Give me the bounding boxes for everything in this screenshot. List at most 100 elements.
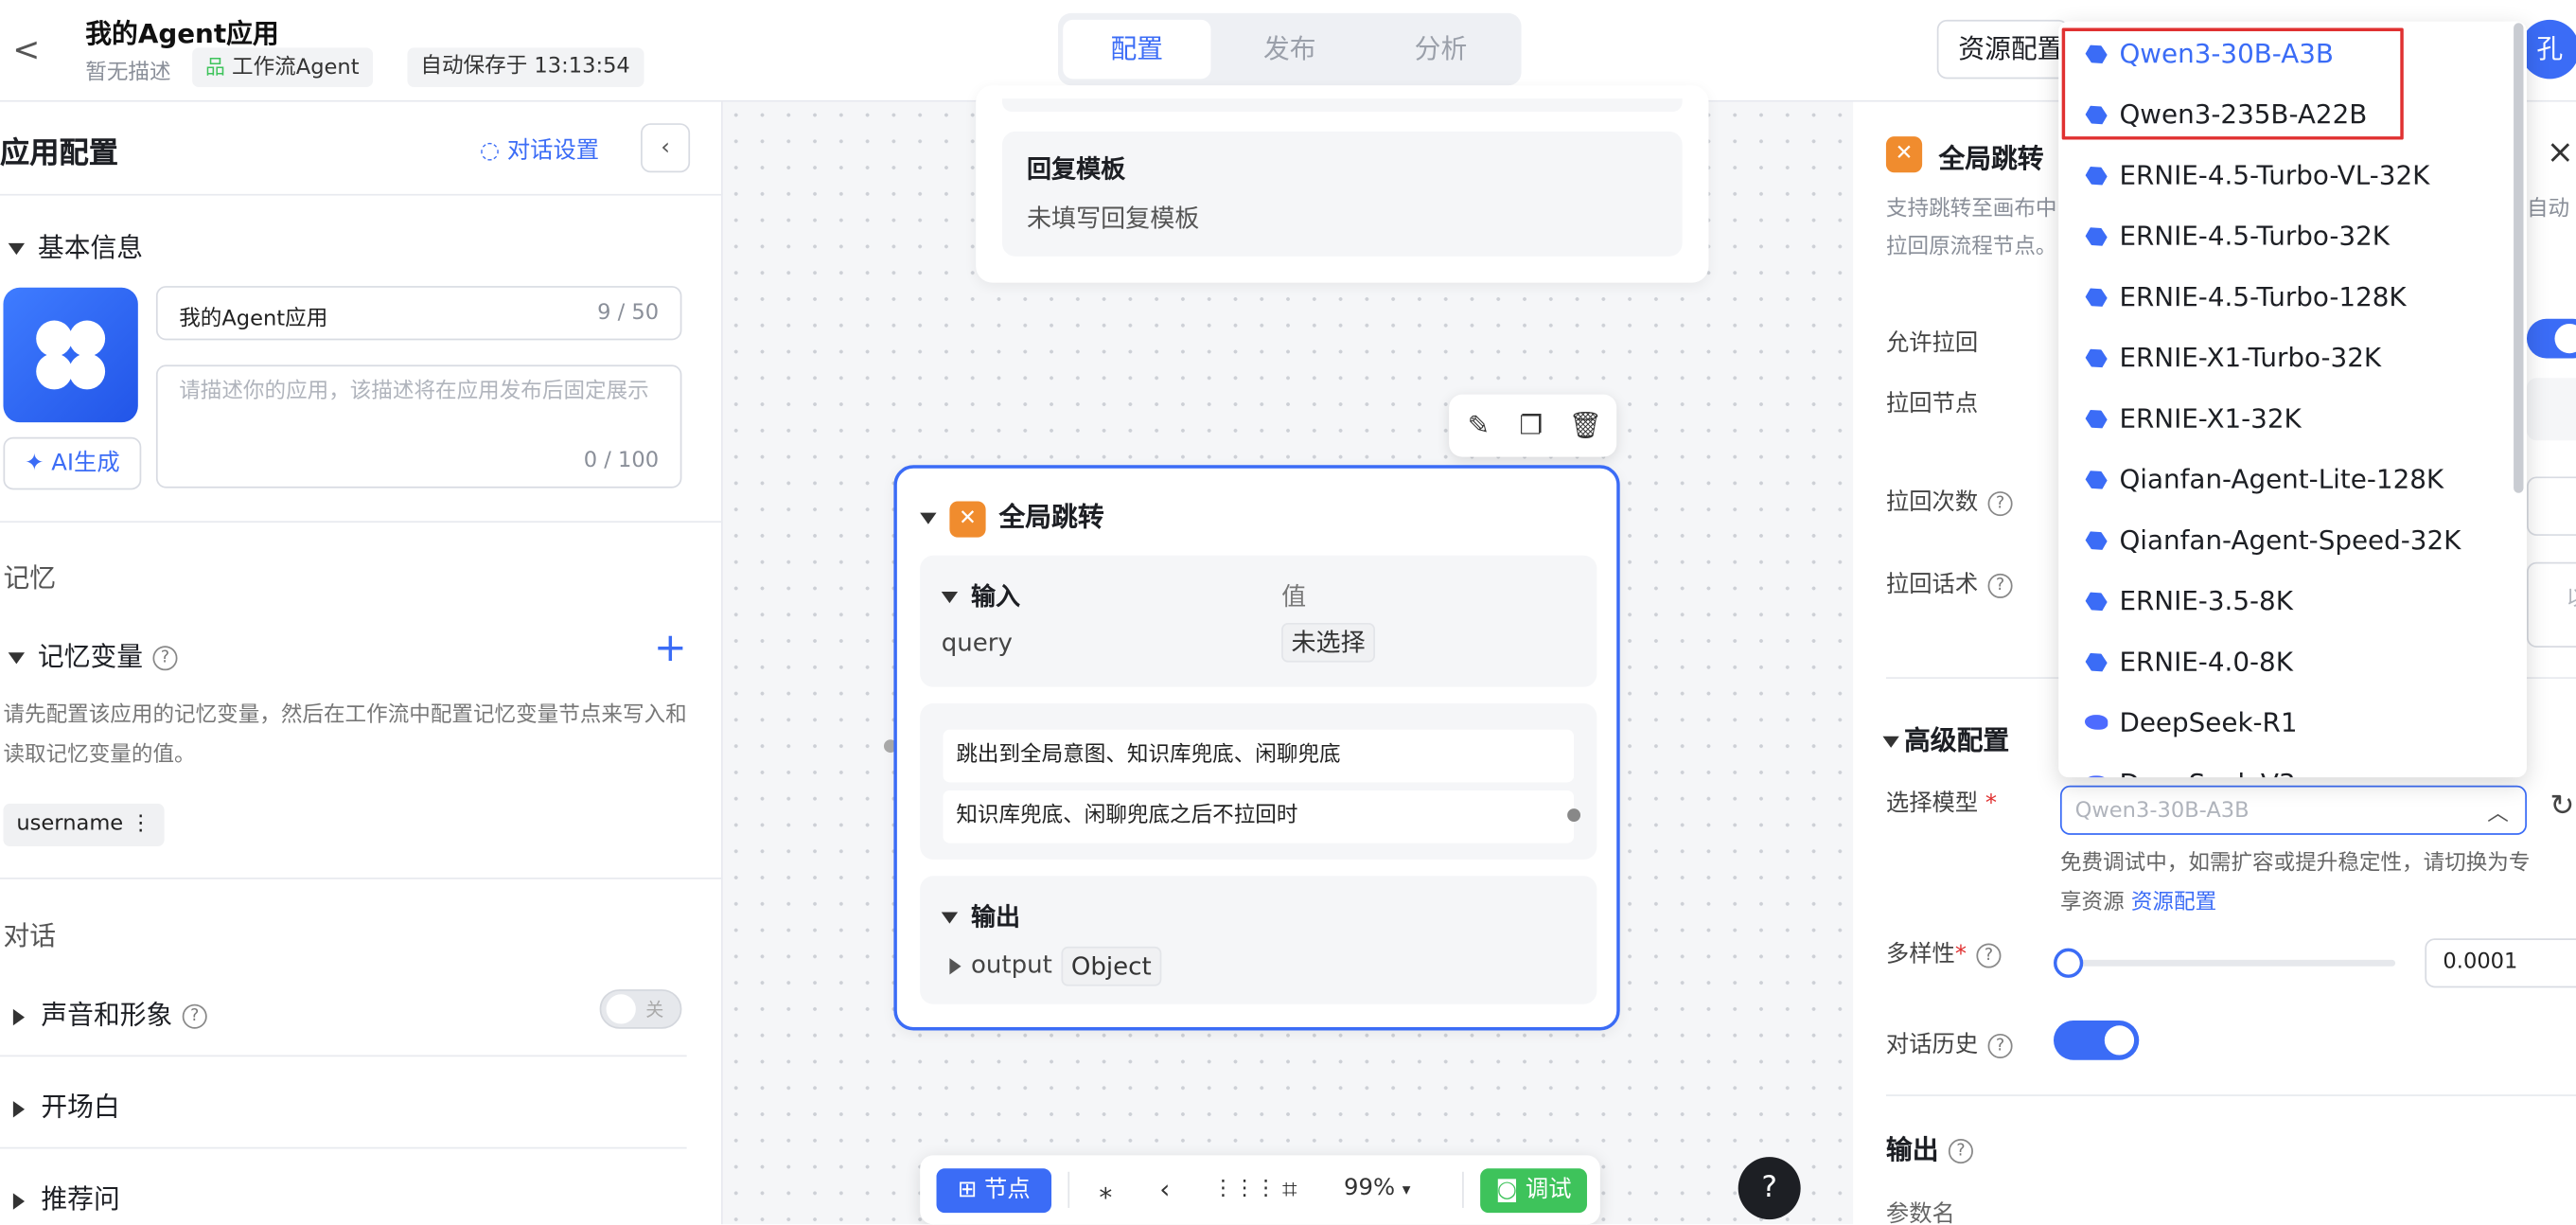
query-param: query xyxy=(941,628,1013,658)
debug-button[interactable]: ◙ 调试 xyxy=(1480,1168,1587,1214)
ai-generate-label: AI生成 xyxy=(51,450,120,477)
resource-config-link[interactable]: 资源配置 xyxy=(2131,891,2216,915)
memory-vars-section[interactable]: 记忆变量? xyxy=(8,634,178,674)
basic-info-label: 基本信息 xyxy=(37,231,144,263)
diversity-input[interactable]: 0.0001 xyxy=(2425,938,2576,988)
tab-config[interactable]: 配置 xyxy=(1063,19,1211,80)
output-heading[interactable]: 输出 xyxy=(941,899,1020,933)
model-option[interactable]: Qianfan-Agent-Lite-128K xyxy=(2058,449,2527,509)
back-icon[interactable]: < xyxy=(9,29,43,69)
help-icon[interactable]: ? xyxy=(182,1003,207,1029)
voice-toggle[interactable]: 关 xyxy=(599,989,682,1029)
ai-generate-button[interactable]: ✦ AI生成 xyxy=(3,436,142,490)
previous-node-card[interactable]: 回复模板 未填写回复模板 xyxy=(976,85,1709,283)
node-header[interactable]: ✕ 全局跳转 xyxy=(920,495,1104,537)
grid-icon[interactable]: ⋮⋮⋮ xyxy=(1212,1175,1277,1204)
advanced-config-label: 高级配置 xyxy=(1904,724,2010,756)
opening-section[interactable]: 开场白 xyxy=(12,1085,120,1125)
dropdown-scrollbar[interactable] xyxy=(2514,23,2524,493)
opening-label: 开场白 xyxy=(41,1091,120,1123)
condition-output-port[interactable] xyxy=(1567,808,1581,822)
caret-right-icon xyxy=(12,1100,26,1117)
delete-icon[interactable]: 🗑 xyxy=(1569,410,1602,440)
model-option[interactable]: ERNIE-4.0-8K xyxy=(2058,631,2527,692)
workflow-canvas[interactable]: 回复模板 未填写回复模板 ✎ ❐ 🗑 ✕ 全局跳转 输入 值 query 未选择 … xyxy=(722,85,1854,1225)
model-select-value: Qwen3-30B-A3B xyxy=(2074,798,2250,824)
help-icon[interactable]: ? xyxy=(1976,942,2002,968)
reply-template-empty: 未填写回复模板 xyxy=(1027,204,1200,234)
connector-style-icon[interactable]: ‹ xyxy=(1150,1174,1179,1204)
refresh-icon[interactable]: ↻ xyxy=(2550,789,2574,823)
history-toggle[interactable] xyxy=(2054,1021,2140,1060)
model-option[interactable]: ERNIE-4.5-Turbo-128K xyxy=(2058,266,2527,327)
diversity-slider-handle[interactable] xyxy=(2054,948,2084,978)
voice-section[interactable]: 声音和形象? xyxy=(12,993,207,1033)
model-option[interactable]: DeepSeek-V3 xyxy=(2058,753,2527,778)
model-option[interactable]: ERNIE-X1-Turbo-32K xyxy=(2058,327,2527,387)
node-toolbar: ✎ ❐ 🗑 xyxy=(1449,394,1617,457)
app-description-input[interactable]: 请描述你的应用，该描述将在应用发布后固定展示 0 / 100 xyxy=(155,364,682,488)
required-mark: * xyxy=(1985,790,1998,817)
add-memory-var-icon[interactable]: + xyxy=(654,625,687,671)
model-option[interactable]: ERNIE-X1-32K xyxy=(2058,388,2527,449)
edit-icon[interactable]: ✎ xyxy=(1464,410,1493,440)
collapse-panel-button[interactable]: ‹ xyxy=(641,123,691,173)
copy-icon[interactable]: ❐ xyxy=(1516,410,1545,440)
select-model-text: 选择模型 xyxy=(1885,790,1979,817)
tab-analysis[interactable]: 分析 xyxy=(1367,20,1514,79)
pullback-count-input[interactable] xyxy=(2526,476,2576,536)
caret-right-icon xyxy=(949,957,962,974)
model-option[interactable]: ERNIE-4.5-Turbo-32K xyxy=(2058,205,2527,266)
pullback-count-text: 拉回次数 xyxy=(1885,489,1979,517)
app-name-counter: 9 / 50 xyxy=(597,300,660,326)
cube-icon xyxy=(2083,588,2109,614)
resource-config-button[interactable]: 资源配置 xyxy=(1936,19,2069,80)
global-jump-node[interactable]: ✕ 全局跳转 输入 值 query 未选择 跳出到全局意图、知识库兜底、闲聊兜底 … xyxy=(893,465,1620,1031)
query-value-tag[interactable]: 未选择 xyxy=(1281,622,1376,663)
model-option-label: ERNIE-X1-32K xyxy=(2119,402,2302,435)
pullback-speech-input[interactable]: 以 xyxy=(2526,561,2576,648)
dialog-settings-link[interactable]: ◌ 对话设置 xyxy=(480,133,599,167)
condition-jump-out[interactable]: 跳出到全局意图、知识库兜底、闲聊兜底 xyxy=(943,729,1575,783)
recommend-section[interactable]: 推荐问 xyxy=(12,1177,120,1216)
cube-icon xyxy=(2083,405,2109,432)
app-name-input[interactable]: 我的Agent应用 9 / 50 xyxy=(155,286,682,341)
help-icon[interactable]: ? xyxy=(1987,490,2013,516)
model-option[interactable]: DeepSeek-R1 xyxy=(2058,692,2527,753)
tab-publish[interactable]: 发布 xyxy=(1216,20,1364,79)
basic-info-section[interactable]: 基本信息 xyxy=(8,225,144,265)
cube-icon xyxy=(2083,284,2109,311)
diversity-slider-track[interactable] xyxy=(2066,959,2396,967)
app-type-badge: 品 工作流Agent xyxy=(192,47,373,88)
help-icon[interactable]: ? xyxy=(1987,1033,2013,1058)
input-heading[interactable]: 输入 xyxy=(941,578,1020,612)
model-option[interactable]: Qianfan-Agent-Speed-32K xyxy=(2058,509,2527,570)
help-icon[interactable]: ? xyxy=(1987,572,2013,598)
output-param[interactable]: output xyxy=(949,950,1052,980)
model-option-label: Qianfan-Agent-Speed-32K xyxy=(2119,524,2461,556)
add-node-label: 节点 xyxy=(984,1176,1031,1203)
chat-icon: ◙ xyxy=(1495,1176,1526,1203)
condition-no-pullback[interactable]: 知识库兜底、闲聊兜底之后不拉回时 xyxy=(943,790,1575,843)
model-option[interactable]: ERNIE-4.5-Turbo-VL-32K xyxy=(2058,145,2527,205)
fit-view-icon[interactable]: ⌗ xyxy=(1275,1174,1304,1204)
model-option[interactable]: ERNIE-3.5-8K xyxy=(2058,570,2527,630)
app-type-label: 工作流Agent xyxy=(232,56,360,81)
more-vertical-icon[interactable]: ⋮ xyxy=(130,812,151,837)
auto-layout-icon[interactable]: ⁎ xyxy=(1091,1174,1120,1204)
chevron-up-icon: ︿ xyxy=(2487,802,2509,827)
user-avatar[interactable]: 孔 xyxy=(2520,19,2576,80)
close-icon[interactable]: × xyxy=(2547,132,2574,171)
help-button[interactable]: ? xyxy=(1738,1157,1801,1220)
pullback-node-select[interactable] xyxy=(2526,378,2576,441)
app-logo[interactable] xyxy=(3,287,138,423)
add-node-button[interactable]: ⊞ 节点 xyxy=(936,1168,1052,1214)
username-tag[interactable]: username ⋮ xyxy=(3,803,165,847)
zoom-select[interactable]: 99% ▾ xyxy=(1344,1175,1410,1201)
model-select[interactable]: Qwen3-30B-A3B ︿ xyxy=(2059,785,2527,835)
advanced-config-section[interactable]: 高级配置 xyxy=(1882,719,2009,758)
allow-pullback-toggle[interactable] xyxy=(2526,318,2576,359)
help-icon[interactable]: ? xyxy=(152,646,178,671)
toggle-knob xyxy=(2104,1025,2135,1056)
help-icon[interactable]: ? xyxy=(1948,1139,1973,1164)
